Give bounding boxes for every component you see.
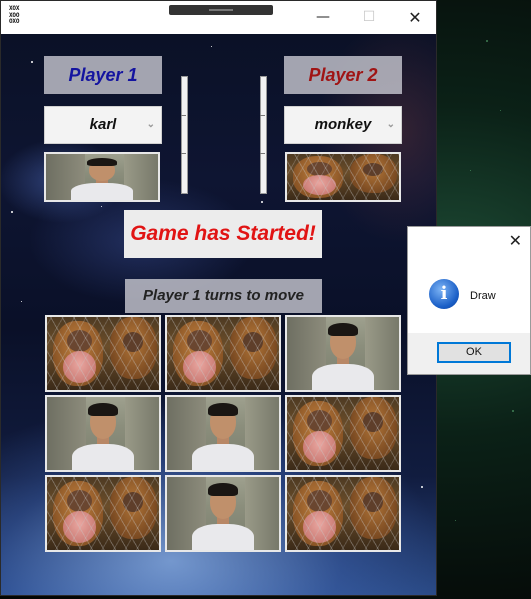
chevron-down-icon: ⌄ xyxy=(146,119,155,130)
game-window: XOX XOO OXO — ☐ ✕ Player 1 karl ⌄ Player… xyxy=(0,0,437,596)
board-cell-2-0[interactable] xyxy=(45,475,161,552)
close-icon: ✕ xyxy=(508,233,522,250)
boy-picture xyxy=(287,317,399,390)
separator-right xyxy=(260,76,267,194)
player1-label: Player 1 xyxy=(44,56,162,94)
player2-avatar xyxy=(285,152,401,202)
player1-avatar xyxy=(44,152,160,202)
board-cell-2-1[interactable] xyxy=(165,475,281,552)
star xyxy=(31,61,33,63)
message-dialog: ✕ i Draw OK xyxy=(407,226,531,375)
title-bar[interactable]: XOX XOO OXO — ☐ ✕ xyxy=(1,1,436,34)
monkey-picture xyxy=(47,477,159,550)
background-speck xyxy=(455,520,456,521)
dialog-footer: OK xyxy=(408,333,530,374)
minimize-icon: — xyxy=(316,9,330,25)
boy-picture xyxy=(167,397,279,470)
board-cell-1-1[interactable] xyxy=(165,395,281,472)
monkey-picture xyxy=(287,154,399,200)
drag-handle[interactable] xyxy=(169,5,273,15)
dialog-message: Draw xyxy=(470,290,496,302)
star xyxy=(261,201,263,203)
board-cell-1-2[interactable] xyxy=(285,395,401,472)
board-cell-0-2[interactable] xyxy=(285,315,401,392)
monkey-picture xyxy=(47,317,159,390)
app-icon: XOX XOO OXO xyxy=(9,5,29,26)
monkey-picture xyxy=(287,477,399,550)
separator-left xyxy=(181,76,188,194)
star xyxy=(21,301,22,302)
game-board xyxy=(44,314,404,554)
info-icon: i xyxy=(429,279,459,309)
game-status-headline: Game has Started! xyxy=(124,210,322,258)
board-cell-1-0[interactable] xyxy=(45,395,161,472)
ok-button[interactable]: OK xyxy=(437,342,511,363)
boy-picture xyxy=(47,397,159,470)
player2-label: Player 2 xyxy=(284,56,402,94)
monkey-picture xyxy=(167,317,279,390)
background-speck xyxy=(500,110,501,111)
maximize-button[interactable]: ☐ xyxy=(346,1,392,34)
star xyxy=(421,486,423,488)
star xyxy=(11,211,13,213)
star xyxy=(211,46,212,47)
boy-picture xyxy=(46,154,158,200)
background-speck xyxy=(512,410,514,412)
turn-indicator: Player 1 turns to move xyxy=(125,279,322,313)
background-speck xyxy=(470,170,471,171)
board-cell-2-2[interactable] xyxy=(285,475,401,552)
boy-picture xyxy=(167,477,279,550)
monkey-picture xyxy=(287,397,399,470)
player1-name: karl xyxy=(89,116,117,133)
maximize-icon: ☐ xyxy=(362,9,376,25)
board-cell-0-0[interactable] xyxy=(45,315,161,392)
chevron-down-icon: ⌄ xyxy=(386,119,395,130)
background-speck xyxy=(486,40,488,42)
player2-name-select[interactable]: monkey ⌄ xyxy=(284,106,402,144)
player1-name-select[interactable]: karl ⌄ xyxy=(44,106,162,144)
close-button[interactable]: ✕ xyxy=(392,1,436,34)
app-icon-row: OXO xyxy=(9,18,20,26)
dialog-close-button[interactable]: ✕ xyxy=(509,231,522,251)
close-icon: ✕ xyxy=(408,8,422,27)
star xyxy=(101,206,102,207)
player2-name: monkey xyxy=(314,116,372,133)
board-cell-0-1[interactable] xyxy=(165,315,281,392)
minimize-button[interactable]: — xyxy=(300,1,346,34)
